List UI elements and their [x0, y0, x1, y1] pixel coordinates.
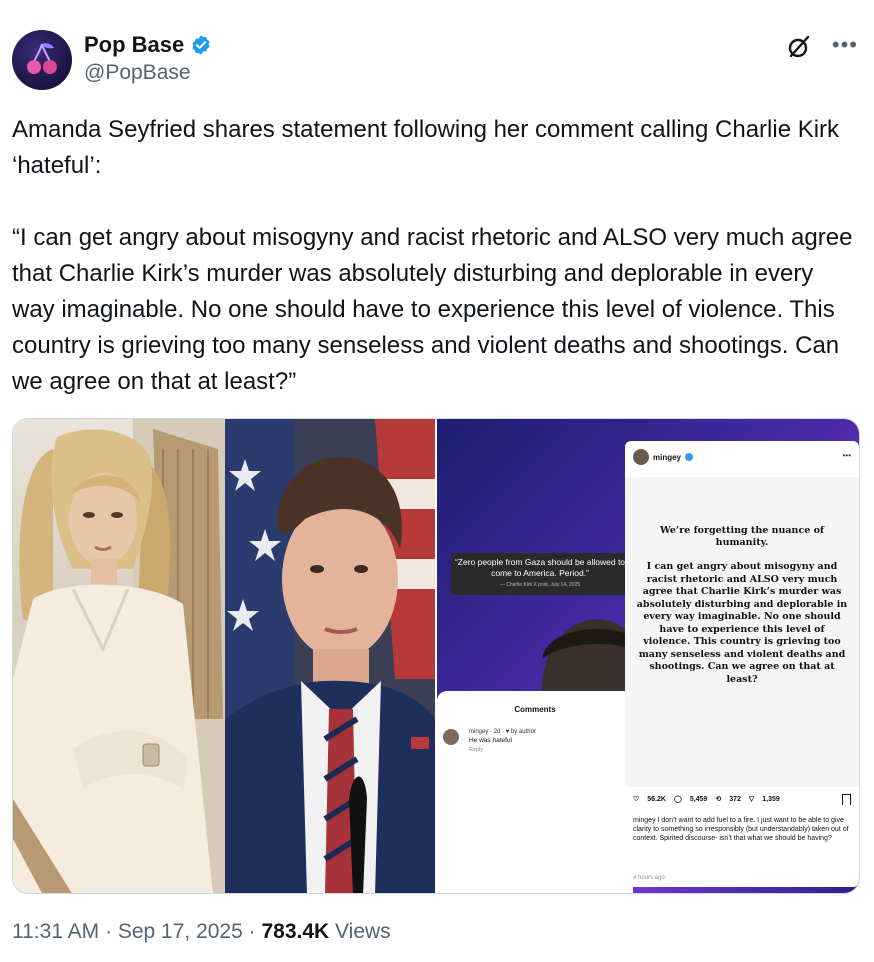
quote-text: “Zero people from Gaza should be allowed… [454, 557, 626, 578]
views-label: Views [335, 920, 391, 943]
instagram-post-card: mingey ••• We’re forgetting the nuance o… [625, 441, 859, 887]
media-collage[interactable]: “Zero people from Gaza should be allowed… [12, 418, 860, 894]
ig-shares-count: 1,359 [762, 795, 780, 803]
quote-card: “Zero people from Gaza should be allowed… [451, 553, 629, 595]
meta-separator: · [105, 920, 118, 943]
ig-headline: We’re forgetting the nuance of humanity. [659, 525, 825, 548]
ig-reposts-count: 372 [729, 795, 741, 803]
ig-repost-icon: ⟲ [715, 796, 722, 803]
ig-comments-count: 5,459 [689, 795, 708, 803]
ig-bookmark-icon [842, 794, 851, 805]
ig-username: mingey [653, 452, 682, 462]
tweet-header: Pop Base @PopBase ••• [12, 28, 862, 92]
instagram-screenshot-panel[interactable]: “Zero people from Gaza should be allowed… [437, 419, 859, 893]
quote-source: — Charlie Kirk X post, July 14, 2025 [499, 582, 581, 588]
photo-amanda-seyfried[interactable] [13, 419, 225, 893]
ig-like-icon: ♡ [633, 796, 640, 803]
tweet-time[interactable]: 11:31 AM [12, 920, 99, 943]
ig-more-icon: ••• [842, 451, 851, 460]
cherry-logo-icon [27, 43, 57, 74]
comment-avatar [443, 729, 459, 745]
ig-stats-row: ♡ 56.2K ◯ 5,459 ⟲ 372 ▽ 1,359 [633, 795, 853, 804]
comments-title: Comments [514, 705, 556, 714]
ig-likes-count: 56.2K [647, 795, 666, 803]
meta-separator: · [248, 920, 262, 943]
comment-text: He was hateful [469, 737, 512, 744]
more-options-icon[interactable]: ••• [832, 32, 858, 58]
ig-timestamp: 4 hours ago [633, 875, 665, 881]
photo-charlie-kirk[interactable] [225, 419, 435, 893]
tweet-date[interactable]: Sep 17, 2025 [118, 920, 243, 943]
grok-icon[interactable] [786, 34, 812, 60]
ig-comment-icon: ◯ [673, 796, 682, 803]
views-count: 783.4K [261, 920, 330, 943]
comment-reply: Reply [469, 747, 484, 753]
avatar[interactable] [12, 30, 72, 90]
ig-body-text: I can get angry about misogyny and racis… [636, 561, 848, 685]
tweet-text: Amanda Seyfried shares statement followi… [12, 116, 853, 395]
ig-share-icon: ▽ [748, 796, 755, 803]
ig-avatar [633, 449, 649, 465]
display-name[interactable]: Pop Base [84, 32, 184, 58]
verified-badge-icon [192, 35, 210, 55]
ig-verified-icon [685, 453, 694, 461]
comment-user: mingey · 2d · ♥ by author [469, 729, 536, 735]
handle[interactable]: @PopBase [84, 61, 191, 85]
comments-card: Comments mingey · 2d · ♥ by author He wa… [437, 691, 633, 893]
tweet-meta: 11:31 AM · Sep 17, 2025 · 783.4K Views [12, 920, 391, 944]
ig-caption: mingey I don’t want to add fuel to a fir… [633, 817, 849, 842]
